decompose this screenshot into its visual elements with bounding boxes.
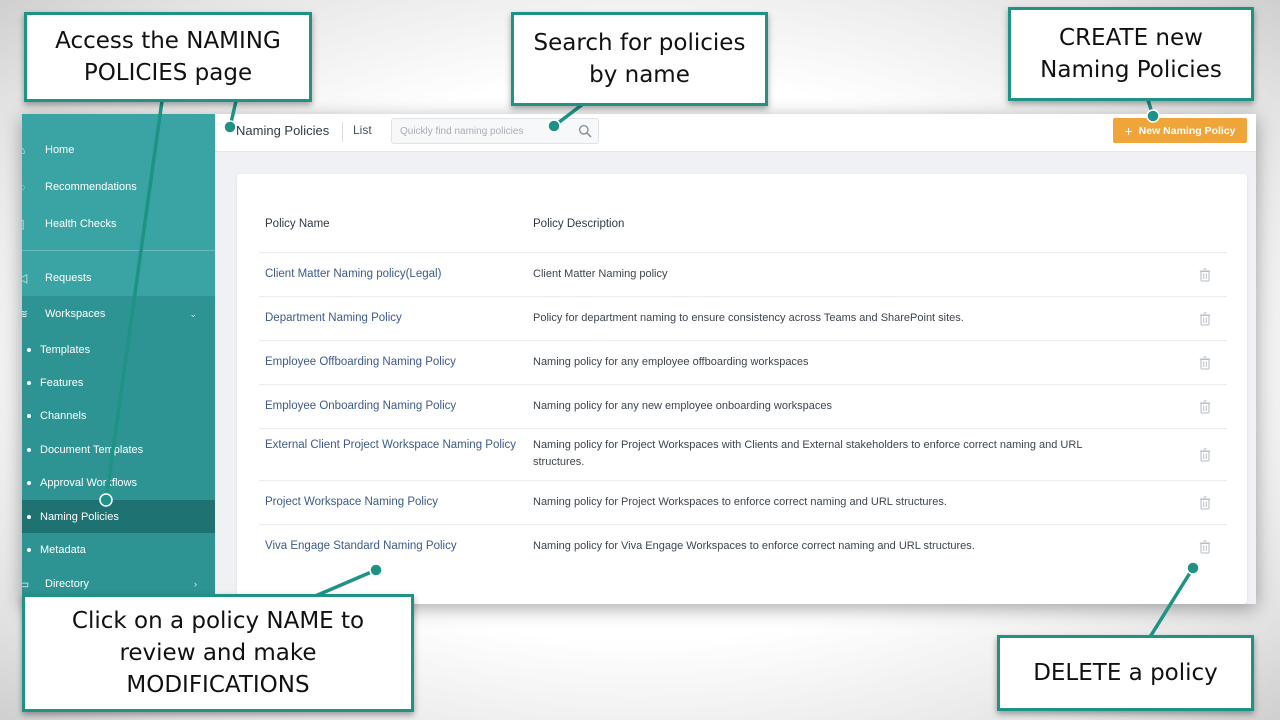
sidebar-item-requests[interactable]: ◁ Requests — [22, 261, 215, 295]
policy-description: Naming policy for any new employee onboa… — [533, 400, 832, 412]
chevron-down-icon: ⌄ — [189, 308, 197, 319]
callout-click-policy-name: Click on a policy NAME to review and mak… — [22, 594, 414, 712]
sidebar-item-home[interactable]: ⌂ Home — [22, 133, 215, 167]
sidebar-item-label: Directory — [45, 578, 90, 590]
trash-icon[interactable] — [1199, 356, 1211, 370]
sidebar-item-label: Home — [45, 144, 75, 156]
send-icon: ◁ — [22, 271, 28, 285]
new-naming-policy-button[interactable]: + New Naming Policy — [1113, 118, 1247, 143]
sidebar-subitem-naming-policies[interactable]: Naming Policies — [22, 500, 215, 533]
home-icon: ⌂ — [22, 143, 32, 157]
folder-icon: ▭ — [22, 577, 30, 591]
new-naming-policy-label: New Naming Policy — [1138, 124, 1236, 137]
bullet-icon — [27, 547, 31, 552]
policy-description: Naming policy for Project Workspaces to … — [533, 496, 947, 508]
table-row: Department Naming Policy Policy for depa… — [259, 296, 1227, 340]
sidebar-item-label: Recommendations — [45, 181, 137, 193]
trash-icon[interactable] — [1199, 268, 1211, 282]
policy-name-link[interactable]: Employee Offboarding Naming Policy — [265, 354, 517, 371]
table-row: Viva Engage Standard Naming Policy Namin… — [259, 524, 1227, 568]
sidebar-subitem-templates[interactable]: Templates — [22, 333, 215, 366]
trash-icon[interactable] — [1199, 496, 1211, 510]
policy-description: Naming policy for any employee offboardi… — [533, 356, 809, 368]
trash-icon[interactable] — [1199, 312, 1211, 326]
table-row: Employee Onboarding Naming Policy Naming… — [259, 384, 1227, 428]
sidebar-subitem-metadata[interactable]: Metadata — [22, 533, 215, 566]
callout-create-policies: CREATE new Naming Policies — [1008, 7, 1254, 101]
callout-search-policies: Search for policies by name — [511, 12, 768, 106]
bullet-icon — [27, 347, 31, 352]
chevron-right-icon: › — [194, 579, 197, 589]
bullet-icon — [27, 413, 31, 418]
table-row: Employee Offboarding Naming Policy Namin… — [259, 340, 1227, 384]
sidebar-subitem-label: Naming Policies — [40, 510, 119, 523]
column-header-policy-name: Policy Name — [265, 218, 330, 230]
callout-access-naming-policies: Access the NAMING POLICIES page — [24, 12, 312, 102]
sidebar-subitem-label: Metadata — [40, 543, 86, 556]
sidebar-item-label: Health Checks — [45, 218, 117, 230]
policy-description: Client Matter Naming policy — [533, 268, 668, 280]
policy-name-link[interactable]: Client Matter Naming policy(Legal) — [265, 266, 517, 283]
sidebar-item-label: Workspaces — [45, 308, 106, 320]
bullet-icon — [27, 447, 31, 452]
table-row: Project Workspace Naming Policy Naming p… — [259, 480, 1227, 524]
policy-name-link[interactable]: Project Workspace Naming Policy — [265, 494, 517, 511]
sidebar: ⌂ Home ◌ Recommendations ▯ Health Checks… — [22, 114, 215, 604]
sidebar-subitem-label: Templates — [40, 343, 91, 356]
layers-icon: ≋ — [22, 307, 29, 321]
policy-name-link[interactable]: Viva Engage Standard Naming Policy — [265, 538, 517, 555]
sidebar-subitem-label: Channels — [40, 409, 87, 422]
sidebar-subitem-label: Document Templates — [40, 443, 144, 456]
sidebar-subitem-document-templates[interactable]: Document Templates — [22, 433, 215, 466]
sidebar-submenu: ≋ Workspaces ⌄ Templates Features Channe… — [22, 296, 215, 604]
page-title: Naming Policies — [236, 123, 330, 138]
bullet-icon — [27, 480, 31, 485]
trash-icon[interactable] — [1199, 540, 1211, 554]
app-window: ⌂ Home ◌ Recommendations ▯ Health Checks… — [22, 114, 1256, 604]
sidebar-subitem-channels[interactable]: Channels — [22, 399, 215, 432]
sidebar-subitem-features[interactable]: Features — [22, 366, 215, 399]
sidebar-subitem-label: Features — [40, 376, 84, 389]
plus-icon: + — [1124, 122, 1133, 139]
clipboard-icon: ▯ — [22, 217, 32, 231]
search-box — [391, 118, 599, 144]
policies-table-card: Policy Name Policy Description Client Ma… — [237, 174, 1247, 604]
callout-delete-policy: DELETE a policy — [997, 635, 1254, 711]
bullet-icon — [27, 514, 31, 519]
bullet-icon — [27, 380, 31, 385]
sidebar-item-health-checks[interactable]: ▯ Health Checks — [22, 207, 215, 241]
policy-name-link[interactable]: External Client Project Workspace Naming… — [265, 437, 517, 454]
sidebar-subitem-label: Approval Workflows — [40, 476, 137, 489]
policy-name-link[interactable]: Employee Onboarding Naming Policy — [265, 398, 517, 415]
sidebar-divider — [22, 250, 215, 251]
lightbulb-icon: ◌ — [22, 180, 32, 194]
column-header-policy-description: Policy Description — [533, 218, 625, 230]
sidebar-item-label: Requests — [45, 272, 92, 284]
policy-description: Policy for department naming to ensure c… — [533, 312, 964, 324]
policy-description: Naming policy for Viva Engage Workspaces… — [533, 540, 975, 552]
trash-icon[interactable] — [1199, 400, 1211, 414]
top-bar: Naming Policies List + New Naming Policy — [215, 114, 1256, 152]
policy-description: Naming policy for Project Workspaces wit… — [533, 439, 1083, 468]
trash-icon[interactable] — [1199, 448, 1211, 462]
view-label[interactable]: List — [353, 123, 372, 137]
search-icon[interactable] — [578, 124, 592, 138]
breadcrumb-divider — [342, 122, 343, 142]
table-row: Client Matter Naming policy(Legal) Clien… — [259, 252, 1227, 296]
table-row: External Client Project Workspace Naming… — [259, 428, 1227, 480]
search-input[interactable] — [400, 123, 570, 139]
sidebar-item-workspaces[interactable]: ≋ Workspaces ⌄ — [22, 297, 215, 331]
sidebar-subitem-approval-workflows[interactable]: Approval Workflows — [22, 466, 215, 499]
policy-name-link[interactable]: Department Naming Policy — [265, 310, 517, 327]
sidebar-item-recommendations[interactable]: ◌ Recommendations — [22, 170, 215, 204]
